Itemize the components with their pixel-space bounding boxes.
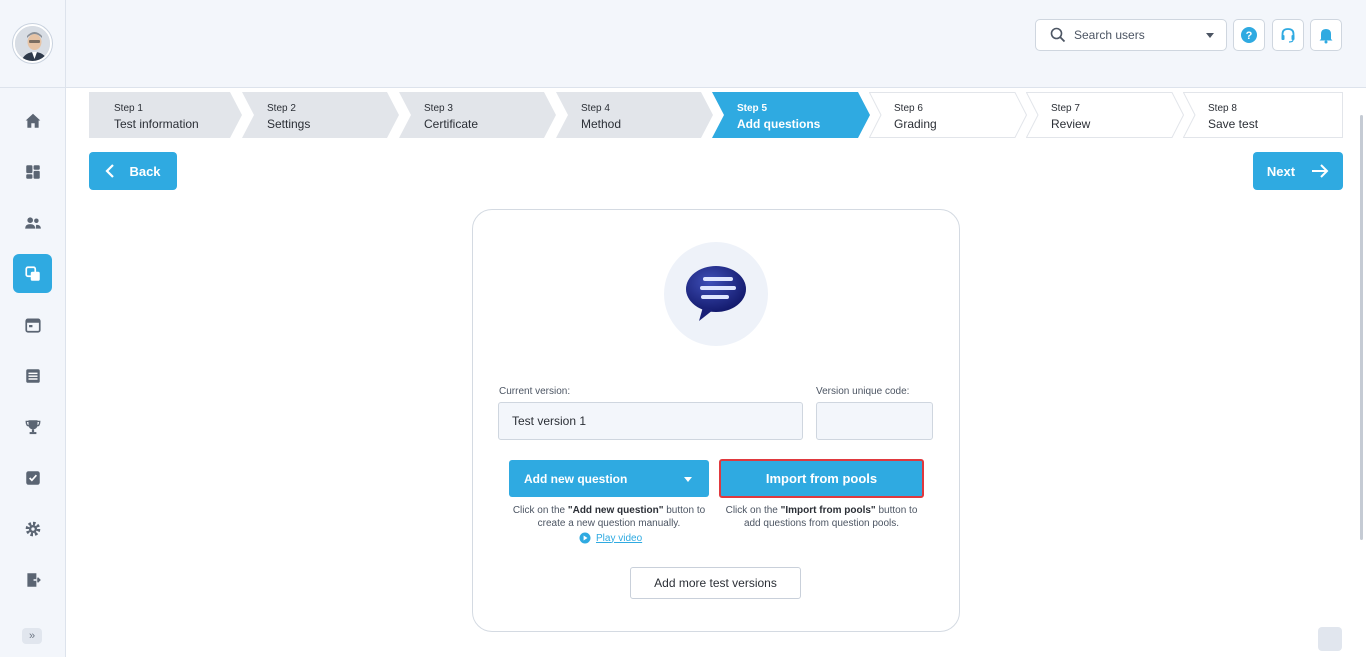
trophy-icon (25, 419, 40, 434)
headset-icon (1281, 28, 1295, 43)
sidebar-item-list[interactable] (13, 356, 52, 395)
tests-icon (24, 265, 40, 281)
sidebar: » (0, 0, 66, 657)
sidebar-item-tests[interactable] (13, 254, 52, 293)
step-number: Step 6 (894, 103, 923, 114)
home-icon (25, 113, 40, 128)
step-8[interactable]: Step 8 Save test (1183, 92, 1343, 138)
sidebar-item-dashboard[interactable] (13, 152, 52, 191)
top-header: Search users ? (66, 0, 1366, 88)
sidebar-item-achievements[interactable] (13, 407, 52, 446)
sidebar-divider (0, 87, 66, 88)
sidebar-item-home[interactable] (13, 101, 52, 140)
unique-code-field[interactable] (816, 402, 933, 440)
sidebar-expand-button[interactable]: » (22, 628, 42, 644)
step-name: Grading (894, 117, 937, 131)
list-icon (25, 368, 40, 383)
notifications-button[interactable] (1310, 19, 1342, 51)
play-video-label: Play video (596, 532, 643, 544)
search-icon (1050, 27, 1066, 43)
current-version-field[interactable]: Test version 1 (498, 402, 803, 440)
import-help: Click on the "Import from pools" button … (725, 505, 918, 529)
back-button[interactable]: Back (89, 152, 177, 190)
next-label: Next (1266, 163, 1296, 179)
chevron-down-icon (684, 477, 692, 482)
import-from-pools-button[interactable]: Import from pools (719, 459, 924, 498)
search-users-dropdown[interactable]: Search users (1035, 19, 1227, 51)
page-scrollbar[interactable] (1360, 115, 1363, 540)
chat-bubble-icon (686, 266, 746, 321)
gear-icon (25, 521, 40, 536)
step-name: Method (581, 117, 622, 131)
sidebar-item-logout[interactable] (13, 560, 52, 599)
step-1[interactable]: Step 1 Test information (89, 92, 242, 138)
play-circle-icon (579, 532, 591, 544)
checkbox-icon (25, 470, 40, 485)
sidebar-item-calendar[interactable] (13, 305, 52, 344)
step-number: Step 4 (581, 103, 610, 114)
step-name: Certificate (424, 117, 479, 131)
add-new-question-button[interactable]: Add new question (509, 460, 709, 497)
help-button[interactable]: ? (1233, 19, 1265, 51)
unique-code-label: Version unique code: (816, 386, 910, 397)
svg-text:?: ? (1246, 30, 1253, 42)
step-name: Save test (1208, 117, 1259, 131)
chevron-down-icon (1206, 33, 1214, 38)
add-questions-card: Current version: Test version 1 Version … (472, 209, 960, 632)
arrow-right-icon (1312, 164, 1329, 178)
support-button[interactable] (1272, 19, 1304, 51)
chat-widget-button[interactable] (1318, 627, 1342, 651)
step-3[interactable]: Step 3 Certificate (399, 92, 556, 138)
users-icon (24, 216, 41, 229)
calendar-icon (24, 318, 41, 333)
step-number: Step 8 (1208, 103, 1237, 114)
logout-icon (26, 572, 41, 587)
step-4[interactable]: Step 4 Method (556, 92, 713, 138)
sidebar-item-tasks[interactable] (13, 458, 52, 497)
sidebar-item-settings[interactable] (13, 509, 52, 548)
chat-bubble-illustration (664, 242, 768, 346)
bell-icon (1319, 29, 1333, 44)
dashboard-icon (25, 164, 40, 179)
step-number: Step 7 (1051, 103, 1080, 114)
step-name: Add questions (737, 117, 821, 131)
step-name: Review (1051, 117, 1091, 131)
add-more-test-versions-button[interactable]: Add more test versions (630, 567, 801, 599)
question-circle-icon: ? (1241, 27, 1257, 43)
wizard-stepper: Step 1 Test information Step 2 Settings … (89, 92, 1343, 138)
chevron-left-icon (105, 164, 115, 178)
add-question-label: Add new question (524, 471, 628, 486)
sidebar-item-users[interactable] (13, 203, 52, 242)
step-name: Settings (267, 117, 311, 131)
play-video-link[interactable]: Play video (579, 532, 642, 544)
step-2[interactable]: Step 2 Settings (242, 92, 399, 138)
step-5[interactable]: Step 5 Add questions (712, 92, 870, 138)
step-number: Step 3 (424, 103, 453, 114)
next-button[interactable]: Next (1253, 152, 1343, 190)
back-label: Back (129, 163, 161, 179)
step-number: Step 5 (737, 103, 768, 114)
step-number: Step 2 (267, 103, 296, 114)
step-name: Test information (114, 117, 199, 131)
import-label: Import from pools (765, 471, 878, 486)
current-version-label: Current version: (499, 386, 571, 397)
step-7[interactable]: Step 7 Review (1026, 92, 1184, 138)
step-number: Step 1 (114, 103, 143, 114)
step-6[interactable]: Step 6 Grading (869, 92, 1027, 138)
add-question-help: Click on the "Add new question" button t… (512, 505, 706, 529)
search-placeholder: Search users (1074, 28, 1145, 42)
user-avatar[interactable] (13, 24, 52, 63)
